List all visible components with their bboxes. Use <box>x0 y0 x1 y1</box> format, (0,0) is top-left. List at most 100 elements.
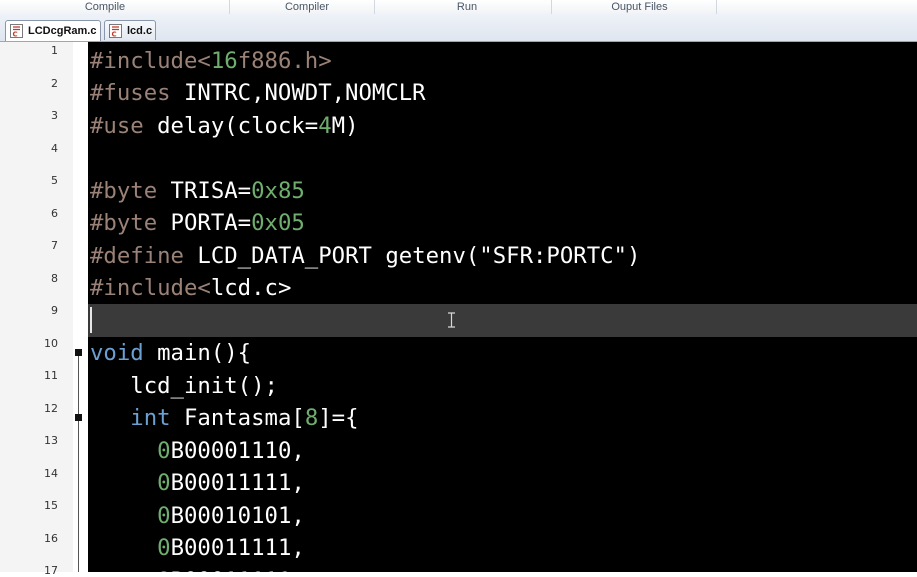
current-line-highlight <box>88 304 917 337</box>
ribbon-separator <box>374 0 375 14</box>
ribbon-group-run: Run <box>456 1 478 13</box>
code-line: #byte TRISA=0x85 <box>90 175 305 207</box>
c-source-file-icon: C <box>109 24 122 38</box>
code-token: lcd.c> <box>210 275 292 301</box>
line-number: 13 <box>44 434 58 447</box>
code-token: int <box>130 405 171 431</box>
line-number: 17 <box>44 564 58 577</box>
fold-guide <box>78 421 79 572</box>
ribbon-separator <box>716 0 717 14</box>
code-token: #define <box>90 243 198 269</box>
code-line: #include<lcd.c> <box>90 272 291 304</box>
code-token: 4 <box>318 113 332 139</box>
fold-marker-icon[interactable] <box>75 349 82 356</box>
line-number: 5 <box>51 174 58 187</box>
code-token: 8 <box>304 405 319 431</box>
tab-label: LCDcgRam.c <box>28 25 97 37</box>
code-token: 16 <box>210 48 238 74</box>
ribbon-group-output-files: Ouput Files <box>611 1 668 13</box>
code-token: lcd_init(); <box>90 373 278 399</box>
code-token: void <box>90 340 144 366</box>
ribbon-separator <box>229 0 230 14</box>
tab-lcd-c[interactable]: C lcd.c <box>104 20 156 40</box>
code-line: #byte PORTA=0x05 <box>90 207 305 239</box>
code-line: #use delay(clock=4M) <box>90 110 359 142</box>
c-source-file-icon: C <box>10 24 23 38</box>
code-line: 0B00011111, <box>90 532 305 564</box>
line-number: 16 <box>44 532 58 545</box>
line-number: 12 <box>44 402 58 415</box>
code-line: 0B00001110, <box>90 435 305 467</box>
code-token: B00010101, <box>170 503 305 529</box>
ribbon-group-compile: Compile <box>84 1 126 13</box>
line-number: 11 <box>44 369 58 382</box>
fold-margin <box>73 42 88 572</box>
line-number: 7 <box>51 239 58 252</box>
ribbon-separator <box>551 0 552 14</box>
text-caret <box>90 307 92 333</box>
line-number: 3 <box>51 109 58 122</box>
code-line: lcd_init(); <box>90 370 278 402</box>
code-line: int Fantasma[8]={ <box>90 402 359 434</box>
ibeam-cursor-icon <box>448 312 455 328</box>
code-token: PORTA= <box>170 210 252 236</box>
code-token: 0 <box>157 568 170 572</box>
ribbon-group-compiler: Compiler <box>284 1 329 13</box>
code-token: Fantasma[ <box>170 405 305 431</box>
code-token: 0 <box>157 438 171 464</box>
code-line: #define LCD_DATA_PORT getenv("SFR:PORTC"… <box>90 240 640 272</box>
code-token: #include< <box>90 275 211 301</box>
line-number: 9 <box>51 304 58 317</box>
line-number: 1 <box>51 44 58 57</box>
line-number-gutter: 1 2 3 4 5 6 7 8 9 10 11 12 13 14 15 16 1… <box>0 42 73 577</box>
line-number: 6 <box>51 207 58 220</box>
code-token: #fuses <box>90 80 184 106</box>
ribbon-group-labels: Compile Compiler Run Ouput Files <box>0 0 917 15</box>
code-token: #byte <box>90 210 171 236</box>
code-token: B00011111, <box>170 470 305 496</box>
line-number: 15 <box>44 499 58 512</box>
code-token: INTRC,NOWDT,NOMCLR <box>183 80 426 106</box>
line-number: 8 <box>51 272 58 285</box>
code-token: delay(clock= <box>157 113 319 139</box>
line-number: 4 <box>51 142 58 155</box>
code-token: TRISA= <box>170 178 252 204</box>
line-number: 2 <box>51 77 58 90</box>
code-token: #include< <box>90 48 211 74</box>
code-token: 0 <box>157 503 171 529</box>
code-token: main(){ <box>143 340 252 366</box>
line-number: 10 <box>44 337 58 350</box>
code-token: ]={ <box>318 405 359 431</box>
fold-marker-icon[interactable] <box>75 414 82 421</box>
file-tab-strip: C LCDcgRam.c C lcd.c <box>0 14 917 42</box>
code-editor[interactable]: #include<16f886.h> #fuses INTRC,NOWDT,NOM… <box>88 42 917 572</box>
svg-text:C: C <box>13 31 18 39</box>
code-token: 0x05 <box>251 210 305 236</box>
code-token: 0 <box>157 470 171 496</box>
code-token: #use <box>90 113 158 139</box>
code-token: B00011111, <box>171 568 305 572</box>
code-token: B00001110, <box>170 438 305 464</box>
code-line: 0B00011111, <box>90 565 305 572</box>
code-token: 0 <box>157 535 171 561</box>
tab-lcdcgram-c[interactable]: C LCDcgRam.c <box>5 20 101 41</box>
fold-guide <box>78 356 79 414</box>
code-token: LCD_DATA_PORT getenv("SFR:PORTC") <box>197 243 641 269</box>
code-line: #include<16f886.h> <box>90 45 332 77</box>
svg-text:C: C <box>112 31 117 39</box>
line-number: 14 <box>44 467 58 480</box>
code-token: #byte <box>90 178 171 204</box>
code-line: #fuses INTRC,NOWDT,NOMCLR <box>90 77 426 109</box>
code-line: 0B00010101, <box>90 500 305 532</box>
code-token: M) <box>331 113 359 139</box>
code-token: 0x85 <box>251 178 305 204</box>
code-token: B00011111, <box>170 535 305 561</box>
code-line: 0B00011111, <box>90 467 305 499</box>
code-line: void main(){ <box>90 337 251 369</box>
